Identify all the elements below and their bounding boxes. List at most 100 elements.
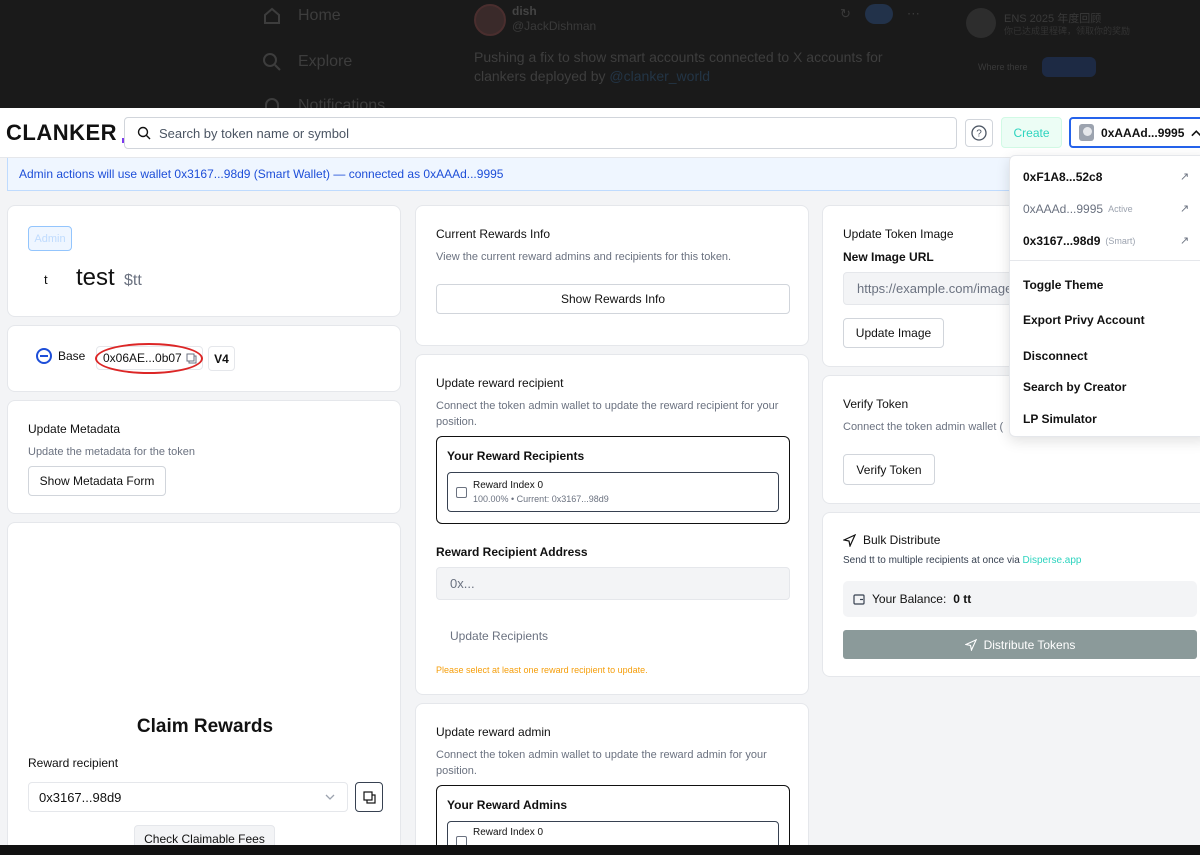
- wallet-menu-button[interactable]: 0xAAAd...9995: [1069, 117, 1200, 148]
- reward-index-title: Reward Index 0: [473, 480, 544, 491]
- bg-nav-home: Home: [262, 6, 341, 26]
- reward-index-item[interactable]: Reward Index 0 100.00% • Current: 0x3167…: [447, 472, 779, 512]
- search-input[interactable]: [159, 125, 919, 141]
- metadata-subtitle: Update the metadata for the token: [28, 446, 195, 458]
- disperse-link[interactable]: Disperse.app: [1023, 555, 1082, 566]
- rewards-info-subtitle: View the current reward admins and recip…: [436, 251, 732, 263]
- copy-recipient-button[interactable]: [355, 782, 383, 812]
- send-icon: [843, 533, 856, 547]
- bg-follow-button: [1042, 57, 1096, 77]
- search-icon: [137, 126, 151, 140]
- bg-tweet-actions: ↻ ⋯: [840, 4, 920, 24]
- disconnect-item[interactable]: Disconnect: [1023, 349, 1088, 363]
- search-by-creator-item[interactable]: Search by Creator: [1023, 380, 1126, 394]
- admin-badge: Admin: [28, 226, 72, 251]
- image-url-placeholder: https://example.com/image: [857, 281, 1013, 296]
- update-recipient-title: Update reward recipient: [436, 376, 564, 390]
- bell-icon: [265, 98, 279, 108]
- recipient-address-label: Reward Recipient Address: [436, 545, 588, 559]
- token-image-title: Update Token Image: [843, 227, 954, 241]
- balance-box: Your Balance: 0 tt: [843, 581, 1197, 617]
- clanker-logo[interactable]: CLANKER: [6, 120, 136, 146]
- distribute-tokens-label: Distribute Tokens: [983, 637, 1076, 652]
- bulk-distribute-header: Bulk Distribute: [843, 533, 940, 547]
- copy-icon: [362, 790, 376, 804]
- dropdown-account-item[interactable]: 0xAAAd...9995 Active: [1023, 202, 1133, 216]
- distribute-tokens-button[interactable]: Distribute Tokens: [843, 630, 1197, 659]
- base-chain-icon: [36, 348, 52, 364]
- reward-recipients-box: Your Reward Recipients Reward Index 0 10…: [436, 436, 790, 524]
- search-bar[interactable]: [124, 117, 957, 149]
- update-recipients-button[interactable]: Update Recipients: [450, 629, 548, 643]
- show-metadata-form-button[interactable]: Show Metadata Form: [28, 466, 166, 496]
- show-rewards-info-button[interactable]: Show Rewards Info: [436, 284, 790, 314]
- bg-right-avatar: [966, 8, 996, 38]
- bg-right-small: Where there: [978, 62, 1028, 72]
- bg-author-name: dish: [512, 4, 537, 18]
- recipient-warning: Please select at least one reward recipi…: [436, 665, 648, 675]
- claim-rewards-card: Claim Rewards Reward recipient 0x3167...…: [7, 522, 401, 853]
- update-admin-title: Update reward admin: [436, 725, 551, 739]
- bottom-edge: [0, 845, 1200, 855]
- dropdown-account-item[interactable]: 0x3167...98d9 (Smart): [1023, 234, 1135, 248]
- update-reward-recipient-card: Update reward recipient Connect the toke…: [415, 354, 809, 695]
- annotation-circle: [95, 343, 203, 374]
- recipient-address-placeholder: 0x...: [450, 576, 475, 591]
- chevron-down-icon: [325, 794, 335, 800]
- reward-index-checkbox[interactable]: [456, 487, 467, 498]
- search-icon: [263, 53, 281, 71]
- bg-right-sub: 你已达成里程碑，领取你的奖励: [1004, 26, 1131, 36]
- question-circle-icon: ?: [971, 125, 987, 141]
- refresh-icon: ↻: [840, 6, 851, 21]
- bg-nav-label: Home: [298, 7, 341, 24]
- wallet-icon: [853, 593, 865, 605]
- export-privy-account-item[interactable]: Export Privy Account: [1023, 313, 1145, 327]
- balance-label: Your Balance:: [872, 592, 947, 606]
- token-symbol: $tt: [124, 272, 142, 289]
- update-recipient-subtitle: Connect the token admin wallet to update…: [436, 400, 779, 428]
- wallet-dropdown-menu: 0xF1A8...52c8 ↗ 0xAAAd...9995 Active ↗ 0x…: [1009, 155, 1200, 437]
- verify-subtitle: Connect the token admin wallet (: [843, 421, 1004, 433]
- bg-grok-pill: [864, 4, 893, 24]
- lp-simulator-item[interactable]: LP Simulator: [1023, 412, 1097, 426]
- wallet-avatar: [1079, 124, 1095, 141]
- bg-nav-notifications: Notifications: [262, 96, 385, 108]
- token-chain-card: Base 0x06AE...0b07 V4: [7, 325, 401, 392]
- token-avatar-letter: t: [44, 272, 48, 287]
- update-reward-admin-card: Update reward admin Connect the token ad…: [415, 703, 809, 855]
- recipient-address-input[interactable]: 0x...: [436, 567, 790, 600]
- bg-author-avatar: [474, 4, 506, 36]
- reward-index-detail: 100.00% • Current: 0x3167...98d9: [473, 494, 609, 504]
- svg-text:?: ?: [976, 129, 982, 140]
- top-navigation: CLANKER ? Create 0xAAAd...9995: [0, 108, 1200, 158]
- current-rewards-info-card: Current Rewards Info View the current re…: [415, 205, 809, 346]
- banner-text: Admin actions will use wallet 0x3167...9…: [19, 167, 504, 181]
- external-link-icon[interactable]: ↗: [1180, 170, 1189, 183]
- metadata-title: Update Metadata: [28, 422, 121, 436]
- version-chip: V4: [208, 346, 235, 371]
- chain-name: Base: [58, 349, 86, 363]
- dropdown-account-item[interactable]: 0xF1A8...52c8: [1023, 170, 1107, 184]
- bg-tweet-text: Pushing a fix to show smart accounts con…: [474, 49, 883, 84]
- logo-text: CLANKER: [6, 120, 118, 145]
- reward-recipient-value: 0x3167...98d9: [39, 789, 122, 805]
- help-button[interactable]: ?: [965, 119, 993, 147]
- more-icon: ⋯: [906, 6, 920, 21]
- token-header-card: Admin t test $tt: [7, 205, 401, 317]
- balance-value: 0 tt: [953, 592, 972, 606]
- rewards-info-title: Current Rewards Info: [436, 227, 551, 241]
- bulk-distribute-card: Bulk Distribute Send tt to multiple reci…: [822, 512, 1200, 677]
- verify-token-button[interactable]: Verify Token: [843, 454, 935, 485]
- dropdown-divider: [1010, 260, 1200, 261]
- reward-recipient-select[interactable]: 0x3167...98d9: [28, 782, 348, 812]
- bg-nav-label: Notifications: [298, 97, 386, 108]
- bulk-distribute-subtitle: Send tt to multiple recipients at once v…: [843, 555, 1082, 566]
- wallet-address: 0xAAAd...9995: [1101, 125, 1185, 140]
- external-link-icon[interactable]: ↗: [1180, 202, 1189, 215]
- update-image-button[interactable]: Update Image: [843, 318, 944, 348]
- external-link-icon[interactable]: ↗: [1180, 234, 1189, 247]
- admin-index-title: Reward Index 0: [473, 827, 544, 838]
- toggle-theme-item[interactable]: Toggle Theme: [1023, 278, 1103, 292]
- create-button[interactable]: Create: [1001, 117, 1062, 148]
- reward-recipient-label: Reward recipient: [28, 756, 119, 770]
